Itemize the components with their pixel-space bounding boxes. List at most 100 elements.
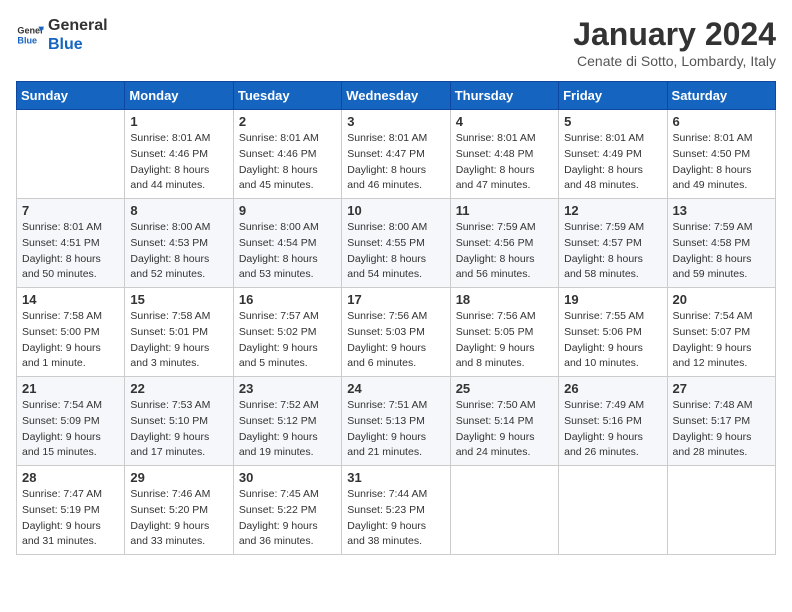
day-info: Sunrise: 8:01 AMSunset: 4:47 PMDaylight:… <box>347 131 444 194</box>
day-number: 7 <box>22 203 119 218</box>
day-number: 23 <box>239 381 336 396</box>
day-number: 28 <box>22 470 119 485</box>
location: Cenate di Sotto, Lombardy, Italy <box>573 53 776 69</box>
day-number: 9 <box>239 203 336 218</box>
day-info: Sunrise: 8:00 AMSunset: 4:54 PMDaylight:… <box>239 220 336 283</box>
calendar-cell: 3 Sunrise: 8:01 AMSunset: 4:47 PMDaylight… <box>342 110 450 199</box>
day-info: Sunrise: 7:51 AMSunset: 5:13 PMDaylight:… <box>347 398 444 461</box>
day-info: Sunrise: 7:46 AMSunset: 5:20 PMDaylight:… <box>130 487 227 550</box>
day-number: 29 <box>130 470 227 485</box>
logo-blue: Blue <box>48 35 108 54</box>
day-info: Sunrise: 7:44 AMSunset: 5:23 PMDaylight:… <box>347 487 444 550</box>
day-info: Sunrise: 7:59 AMSunset: 4:56 PMDaylight:… <box>456 220 553 283</box>
day-number: 6 <box>673 114 770 129</box>
calendar-cell: 27 Sunrise: 7:48 AMSunset: 5:17 PMDayligh… <box>667 377 775 466</box>
day-info: Sunrise: 7:52 AMSunset: 5:12 PMDaylight:… <box>239 398 336 461</box>
logo-general: General <box>48 16 108 35</box>
calendar-cell: 4 Sunrise: 8:01 AMSunset: 4:48 PMDaylight… <box>450 110 558 199</box>
day-number: 1 <box>130 114 227 129</box>
day-info: Sunrise: 8:01 AMSunset: 4:46 PMDaylight:… <box>130 131 227 194</box>
day-info: Sunrise: 7:48 AMSunset: 5:17 PMDaylight:… <box>673 398 770 461</box>
day-number: 3 <box>347 114 444 129</box>
calendar-cell: 2Sunrise: 8:01 AMSunset: 4:46 PMDaylight… <box>233 110 341 199</box>
calendar-cell: 18 Sunrise: 7:56 AMSunset: 5:05 PMDayligh… <box>450 288 558 377</box>
day-number: 30 <box>239 470 336 485</box>
title-block: January 2024 Cenate di Sotto, Lombardy, … <box>573 16 776 69</box>
calendar-cell: 25Sunrise: 7:50 AMSunset: 5:14 PMDayligh… <box>450 377 558 466</box>
calendar-table: SundayMondayTuesdayWednesdayThursdayFrid… <box>16 81 776 555</box>
calendar-cell: 26Sunrise: 7:49 AMSunset: 5:16 PMDayligh… <box>559 377 667 466</box>
day-number: 11 <box>456 203 553 218</box>
day-number: 17 <box>347 292 444 307</box>
day-info: Sunrise: 7:55 AMSunset: 5:06 PMDaylight:… <box>564 309 661 372</box>
weekday-header: Tuesday <box>233 82 341 110</box>
day-number: 27 <box>673 381 770 396</box>
day-info: Sunrise: 8:01 AMSunset: 4:50 PMDaylight:… <box>673 131 770 194</box>
calendar-cell: 19 Sunrise: 7:55 AMSunset: 5:06 PMDayligh… <box>559 288 667 377</box>
calendar-cell: 14Sunrise: 7:58 AMSunset: 5:00 PMDayligh… <box>17 288 125 377</box>
calendar-cell: 5 Sunrise: 8:01 AMSunset: 4:49 PMDaylight… <box>559 110 667 199</box>
calendar-cell: 23 Sunrise: 7:52 AMSunset: 5:12 PMDayligh… <box>233 377 341 466</box>
calendar-cell: 10 Sunrise: 8:00 AMSunset: 4:55 PMDayligh… <box>342 199 450 288</box>
calendar-cell: 30 Sunrise: 7:45 AMSunset: 5:22 PMDayligh… <box>233 466 341 555</box>
calendar-cell: 12Sunrise: 7:59 AMSunset: 4:57 PMDayligh… <box>559 199 667 288</box>
svg-text:Blue: Blue <box>17 36 37 46</box>
day-number: 19 <box>564 292 661 307</box>
day-number: 4 <box>456 114 553 129</box>
day-info: Sunrise: 8:01 AMSunset: 4:49 PMDaylight:… <box>564 131 661 194</box>
day-info: Sunrise: 7:45 AMSunset: 5:22 PMDaylight:… <box>239 487 336 550</box>
weekday-header-row: SundayMondayTuesdayWednesdayThursdayFrid… <box>17 82 776 110</box>
day-number: 31 <box>347 470 444 485</box>
calendar-cell: 7 Sunrise: 8:01 AMSunset: 4:51 PMDaylight… <box>17 199 125 288</box>
calendar-cell: 31 Sunrise: 7:44 AMSunset: 5:23 PMDayligh… <box>342 466 450 555</box>
calendar-cell: 6 Sunrise: 8:01 AMSunset: 4:50 PMDaylight… <box>667 110 775 199</box>
day-number: 18 <box>456 292 553 307</box>
day-info: Sunrise: 7:50 AMSunset: 5:14 PMDaylight:… <box>456 398 553 461</box>
calendar-cell: 1 Sunrise: 8:01 AMSunset: 4:46 PMDaylight… <box>125 110 233 199</box>
calendar-cell: 13 Sunrise: 7:59 AMSunset: 4:58 PMDayligh… <box>667 199 775 288</box>
day-number: 20 <box>673 292 770 307</box>
day-info: Sunrise: 7:54 AMSunset: 5:09 PMDaylight:… <box>22 398 119 461</box>
day-info: Sunrise: 8:00 AMSunset: 4:55 PMDaylight:… <box>347 220 444 283</box>
day-number: 13 <box>673 203 770 218</box>
day-number: 26 <box>564 381 661 396</box>
day-info: Sunrise: 7:56 AMSunset: 5:03 PMDaylight:… <box>347 309 444 372</box>
calendar-cell: 15Sunrise: 7:58 AMSunset: 5:01 PMDayligh… <box>125 288 233 377</box>
day-info: Sunrise: 7:56 AMSunset: 5:05 PMDaylight:… <box>456 309 553 372</box>
calendar-cell <box>667 466 775 555</box>
day-info: Sunrise: 7:54 AMSunset: 5:07 PMDaylight:… <box>673 309 770 372</box>
day-info: Sunrise: 7:59 AMSunset: 4:58 PMDaylight:… <box>673 220 770 283</box>
calendar-cell: 11 Sunrise: 7:59 AMSunset: 4:56 PMDayligh… <box>450 199 558 288</box>
day-number: 10 <box>347 203 444 218</box>
day-number: 15 <box>130 292 227 307</box>
day-number: 22 <box>130 381 227 396</box>
weekday-header: Monday <box>125 82 233 110</box>
day-info: Sunrise: 8:01 AMSunset: 4:48 PMDaylight:… <box>456 131 553 194</box>
day-number: 16 <box>239 292 336 307</box>
calendar-cell: 9 Sunrise: 8:00 AMSunset: 4:54 PMDaylight… <box>233 199 341 288</box>
calendar-cell <box>450 466 558 555</box>
day-info: Sunrise: 7:58 AMSunset: 5:00 PMDaylight:… <box>22 309 119 372</box>
calendar-week-row: 14Sunrise: 7:58 AMSunset: 5:00 PMDayligh… <box>17 288 776 377</box>
day-number: 12 <box>564 203 661 218</box>
day-info: Sunrise: 8:00 AMSunset: 4:53 PMDaylight:… <box>130 220 227 283</box>
day-number: 21 <box>22 381 119 396</box>
page-header: General Blue General Blue January 2024 C… <box>16 16 776 69</box>
calendar-cell: 17 Sunrise: 7:56 AMSunset: 5:03 PMDayligh… <box>342 288 450 377</box>
calendar-cell: 21 Sunrise: 7:54 AMSunset: 5:09 PMDayligh… <box>17 377 125 466</box>
day-number: 5 <box>564 114 661 129</box>
calendar-week-row: 7 Sunrise: 8:01 AMSunset: 4:51 PMDaylight… <box>17 199 776 288</box>
calendar-week-row: 1 Sunrise: 8:01 AMSunset: 4:46 PMDaylight… <box>17 110 776 199</box>
day-info: Sunrise: 7:47 AMSunset: 5:19 PMDaylight:… <box>22 487 119 550</box>
calendar-cell: 8 Sunrise: 8:00 AMSunset: 4:53 PMDaylight… <box>125 199 233 288</box>
day-number: 8 <box>130 203 227 218</box>
day-info: Sunrise: 7:57 AMSunset: 5:02 PMDaylight:… <box>239 309 336 372</box>
calendar-week-row: 21 Sunrise: 7:54 AMSunset: 5:09 PMDayligh… <box>17 377 776 466</box>
calendar-cell <box>559 466 667 555</box>
calendar-cell: 29 Sunrise: 7:46 AMSunset: 5:20 PMDayligh… <box>125 466 233 555</box>
weekday-header: Saturday <box>667 82 775 110</box>
logo: General Blue General Blue <box>16 16 108 54</box>
day-info: Sunrise: 8:01 AMSunset: 4:51 PMDaylight:… <box>22 220 119 283</box>
calendar-cell: 24Sunrise: 7:51 AMSunset: 5:13 PMDayligh… <box>342 377 450 466</box>
day-number: 2 <box>239 114 336 129</box>
